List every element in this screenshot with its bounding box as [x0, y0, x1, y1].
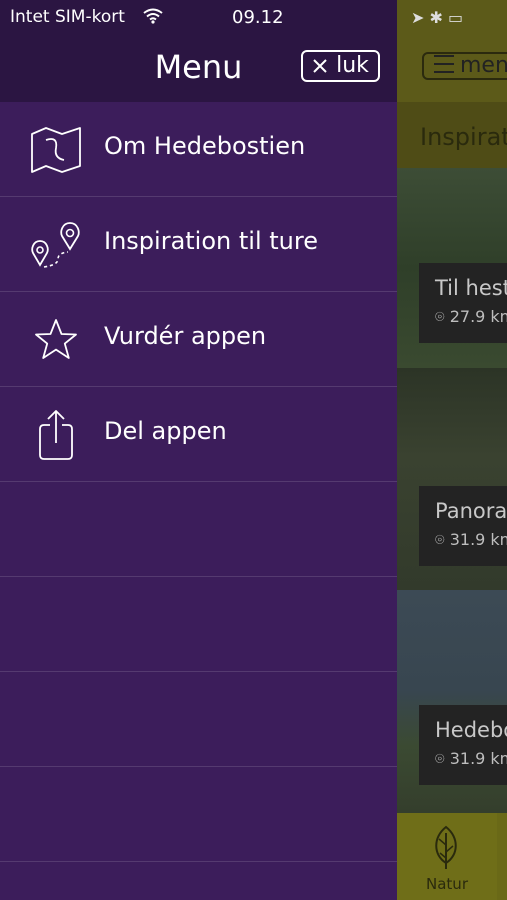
close-button[interactable]: luk — [301, 50, 380, 82]
location-pin-icon: ⌾ — [435, 530, 445, 549]
status-icons: ➤ ✱ ▭ — [411, 8, 464, 27]
empty-row — [0, 577, 397, 672]
empty-row — [0, 767, 397, 862]
star-icon — [35, 319, 77, 359]
location-pin-icon: ⌾ — [435, 749, 445, 768]
empty-row — [0, 672, 397, 767]
clock: 09.12 — [232, 7, 284, 28]
menu-item-del-appen[interactable]: Del appen — [0, 387, 397, 482]
hamburger-icon — [434, 55, 454, 73]
drawer-menu: Om Hedebostien Inspiration til ture Vurd… — [0, 102, 397, 862]
background-menu-button[interactable]: menu — [422, 52, 507, 80]
close-icon — [313, 59, 327, 73]
location-pin-icon: ⌾ — [435, 307, 445, 326]
status-bar: Intet SIM-kort 09.12 — [0, 0, 397, 36]
share-icon — [39, 410, 73, 460]
background-status-bar: ➤ ✱ ▭ — [397, 0, 507, 36]
carrier-label: Intet SIM-kort — [10, 7, 125, 27]
menu-item-inspiration-til-ture[interactable]: Inspiration til ture — [0, 197, 397, 292]
background-app: ➤ ✱ ▭ menu Inspiration Til hest ⌾ 27.9 k… — [397, 0, 507, 900]
background-card-list: Til hest ⌾ 27.9 km Panorama ⌾ 31.9 km He… — [397, 168, 507, 813]
leaf-icon — [435, 825, 457, 869]
list-item[interactable]: Til hest ⌾ 27.9 km — [419, 263, 507, 343]
list-item[interactable]: Hedebo ⌾ 31.9 km — [419, 705, 507, 785]
menu-item-om-hedebostien[interactable]: Om Hedebostien — [0, 102, 397, 197]
map-icon — [31, 127, 81, 173]
wifi-icon — [143, 8, 163, 24]
empty-row — [0, 482, 397, 577]
tab-natur[interactable]: Natur — [397, 813, 497, 900]
side-drawer: Intet SIM-kort 09.12 Menu luk Om Hedebos… — [0, 0, 397, 900]
menu-item-vurder-appen[interactable]: Vurdér appen — [0, 292, 397, 387]
drawer-header: Menu luk — [0, 36, 397, 102]
list-item[interactable]: Panorama ⌾ 31.9 km — [419, 486, 507, 566]
route-pins-icon — [31, 222, 80, 268]
background-tab[interactable]: Inspiration — [397, 102, 507, 168]
